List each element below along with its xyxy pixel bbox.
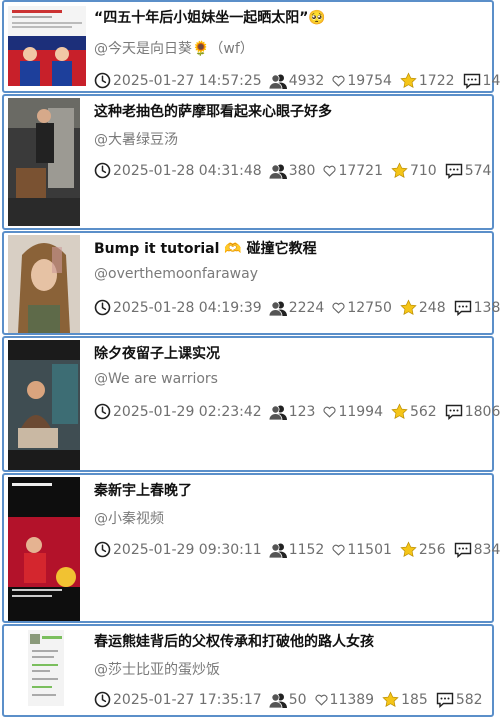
comment-icon[interactable] [445, 404, 463, 420]
view-count: 123 [288, 403, 316, 420]
comment-icon[interactable] [463, 73, 481, 89]
view-count: 2224 [288, 299, 325, 316]
post-title[interactable]: 春运熊娃背后的父权传承和打破他的路人女孩 [94, 631, 488, 651]
post-thumbnail[interactable] [28, 630, 64, 706]
star-icon[interactable] [391, 162, 408, 179]
post-time: 2025-01-29 02:23:42 [113, 403, 262, 420]
like-count: 11994 [338, 403, 383, 420]
heart-icon[interactable] [332, 302, 345, 314]
post-author[interactable]: @今天是向日葵🌻（wf） [94, 38, 488, 58]
post-stats: 2025-01-27 17:35:17 50 11389 185 582 [94, 691, 488, 708]
comment-count: 574 [464, 162, 492, 179]
comment-count: 148 [482, 72, 500, 89]
like-count: 17721 [338, 162, 383, 179]
post-thumbnail[interactable] [8, 340, 80, 470]
post-title[interactable]: 除夕夜留子上课实况 [94, 343, 488, 363]
view-count: 1152 [288, 541, 325, 558]
post-author[interactable]: @大暑绿豆汤 [94, 129, 488, 149]
post-card[interactable]: Bump it tutorial 🫶 碰撞它教程 @overthemoonfar… [2, 231, 500, 335]
people-icon [268, 73, 287, 89]
view-count: 50 [288, 691, 307, 708]
post-author[interactable]: @莎士比亚的蛋炒饭 [94, 659, 488, 679]
post-card[interactable]: “四五十年后小姐妹坐一起晒太阳”🥺 @今天是向日葵🌻（wf） 2025-01-2… [2, 0, 500, 93]
heart-icon[interactable] [323, 165, 337, 177]
comment-icon[interactable] [454, 300, 472, 316]
people-icon [268, 542, 287, 558]
people-icon [268, 404, 287, 420]
like-count: 11501 [347, 541, 392, 558]
heart-icon[interactable] [323, 406, 337, 418]
favorite-count: 248 [418, 299, 446, 316]
post-title[interactable]: 这种老抽色的萨摩耶看起来心眼子好多 [94, 101, 488, 121]
star-icon[interactable] [382, 691, 399, 708]
favorite-count: 710 [409, 162, 437, 179]
favorite-count: 1722 [418, 72, 455, 89]
post-time: 2025-01-27 17:35:17 [113, 691, 262, 708]
favorite-count: 256 [418, 541, 446, 558]
comment-count: 138 [473, 299, 500, 316]
post-thumbnail[interactable] [8, 98, 80, 226]
post-author[interactable]: @小秦视频 [94, 508, 488, 528]
star-icon[interactable] [400, 541, 417, 558]
people-icon [268, 692, 287, 708]
like-count: 12750 [347, 299, 392, 316]
post-card[interactable]: 除夕夜留子上课实况 @We are warriors 2025-01-29 02… [2, 336, 500, 472]
comment-icon[interactable] [445, 163, 463, 179]
view-count: 4932 [288, 72, 325, 89]
post-title[interactable]: Bump it tutorial 🫶 碰撞它教程 [94, 238, 488, 258]
comment-count: 834 [473, 541, 500, 558]
post-author[interactable]: @overthemoonfaraway [94, 266, 488, 282]
comment-icon[interactable] [454, 542, 472, 558]
star-icon[interactable] [391, 403, 408, 420]
post-time: 2025-01-28 04:19:39 [113, 299, 262, 316]
post-card[interactable]: 秦新宇上春晚了 @小秦视频 2025-01-29 09:30:11 1152 1… [2, 473, 500, 623]
post-thumbnail[interactable] [8, 6, 86, 86]
comment-count: 1806 [464, 403, 500, 420]
post-card[interactable]: 这种老抽色的萨摩耶看起来心眼子好多 @大暑绿豆汤 2025-01-28 04:3… [2, 94, 494, 230]
people-icon [268, 163, 287, 179]
clock-icon [94, 541, 111, 558]
clock-icon [94, 299, 111, 316]
heart-icon[interactable] [332, 544, 345, 556]
post-time: 2025-01-29 09:30:11 [113, 541, 262, 558]
post-stats: 2025-01-29 02:23:42 123 11994 562 1806 [94, 403, 500, 420]
heart-icon[interactable] [314, 694, 328, 706]
clock-icon [94, 72, 111, 89]
post-card[interactable]: 春运熊娃背后的父权传承和打破他的路人女孩 @莎士比亚的蛋炒饭 2025-01-2… [2, 624, 494, 717]
like-count: 11389 [329, 691, 375, 708]
view-count: 380 [288, 162, 316, 179]
clock-icon [94, 691, 111, 708]
favorite-count: 562 [409, 403, 437, 420]
post-thumbnail[interactable] [8, 477, 80, 621]
heart-icon[interactable] [332, 75, 345, 87]
post-title[interactable]: “四五十年后小姐妹坐一起晒太阳”🥺 [94, 7, 488, 27]
people-icon [268, 300, 287, 316]
comment-count: 582 [455, 691, 483, 708]
favorite-count: 185 [401, 691, 428, 708]
clock-icon [94, 403, 111, 420]
clock-icon [94, 162, 111, 179]
post-thumbnail[interactable] [8, 235, 80, 333]
post-time: 2025-01-27 14:57:25 [113, 72, 262, 89]
post-stats: 2025-01-29 09:30:11 1152 11501 256 834 [94, 541, 500, 558]
like-count: 19754 [347, 72, 392, 89]
star-icon[interactable] [400, 72, 417, 89]
post-author[interactable]: @We are warriors [94, 371, 488, 387]
comment-icon[interactable] [436, 692, 454, 708]
post-feed: “四五十年后小姐妹坐一起晒太阳”🥺 @今天是向日葵🌻（wf） 2025-01-2… [0, 0, 500, 717]
post-stats: 2025-01-27 14:57:25 4932 19754 1722 148 [94, 72, 500, 89]
post-stats: 2025-01-28 04:31:48 380 17721 710 574 [94, 162, 491, 179]
post-title[interactable]: 秦新宇上春晚了 [94, 480, 488, 500]
star-icon[interactable] [400, 299, 417, 316]
post-stats: 2025-01-28 04:19:39 2224 12750 248 138 [94, 299, 500, 316]
post-time: 2025-01-28 04:31:48 [113, 162, 262, 179]
